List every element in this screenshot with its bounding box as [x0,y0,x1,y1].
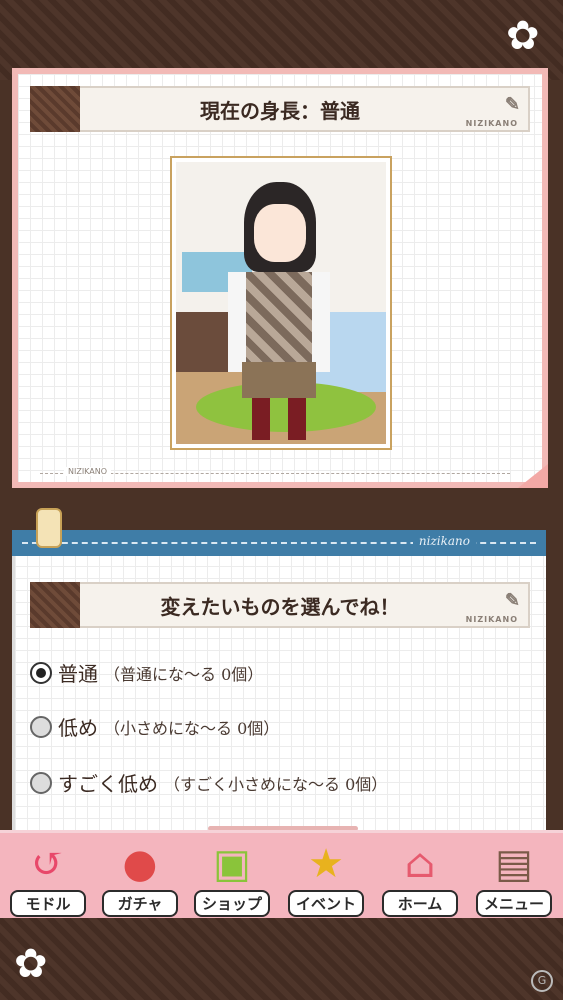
band-label: nizikano [412,534,476,548]
option-label: 低め [58,716,98,740]
page-curl [518,464,548,488]
sakura-flower-icon: ✿ [14,941,48,987]
radio-unselected[interactable] [30,771,52,794]
panel-band: nizikano [12,530,546,556]
section-title-bar: 変えたいものを選んでね！ ✎ NIZIKANO [30,582,530,628]
nav-label: ホーム [382,890,458,917]
left-arm [228,272,248,372]
option-normal[interactable]: 普通 （普通にな〜る 0個） [30,658,263,687]
nav-home-button[interactable]: ⌂ ホーム [376,836,464,920]
nav-label: ガチャ [102,890,178,917]
sakura-flower-icon: ✿ [506,13,540,59]
brand-tag: NIZIKANO [465,615,518,624]
fabric-patch-icon [30,582,80,628]
watermark-logo-icon: G [531,970,553,992]
nav-label: モドル [10,890,86,917]
option-label: すごく低め [58,772,158,796]
page-title: 現在の身長：普通 [200,98,360,123]
menu-cat-icon: ▤ [495,841,533,887]
nav-label: メニュー [476,890,552,917]
radio-unselected[interactable] [30,715,52,738]
argyle-vest [246,272,312,368]
nav-label: イベント [288,890,364,917]
pencil-icon: ✎ [504,94,520,115]
nav-menu-button[interactable]: ▤ メニュー [470,836,558,920]
dashed-divider: NIZIKANO [40,467,510,476]
option-detail: （小さめにな〜る 0個） [104,718,280,738]
left-leg [252,398,270,440]
option-detail: （普通にな〜る 0個） [104,664,264,684]
brand-tag: NIZIKANO [465,119,518,128]
pencil-icon: ✎ [504,590,520,611]
character-photo [170,156,392,450]
option-label: 普通 [58,662,98,686]
right-arm [310,272,330,372]
nav-gacha-button[interactable]: ● ガチャ [96,836,184,920]
bottom-wood-bar [0,918,563,1000]
option-detail: （すごく小さめにな〜る 0個） [164,774,388,794]
divider-tag: NIZIKANO [64,467,112,476]
trophy-icon: ★ [308,841,344,887]
nav-label: ショップ [194,890,270,917]
fabric-patch-icon [30,86,80,132]
right-leg [288,398,306,440]
home-icon: ⌂ [404,841,436,887]
room-scene-image [176,162,386,444]
gacha-icon: ● [122,841,158,887]
radio-selected[interactable] [30,661,52,684]
nav-back-button[interactable]: ↺ モドル [4,836,92,920]
skirt [242,362,316,398]
nav-shop-button[interactable]: ▣ ショップ [188,836,276,920]
binder-clip-icon [36,508,62,548]
face [254,204,306,262]
nav-event-button[interactable]: ★ イベント [282,836,370,920]
height-status-title: 現在の身長：普通 ✎ NIZIKANO [30,86,530,132]
back-icon: ↺ [31,841,65,887]
option-low[interactable]: 低め （小さめにな〜る 0個） [30,712,279,741]
section-title: 変えたいものを選んでね！ [160,594,400,619]
option-very-low[interactable]: すごく低め （すごく小さめにな〜る 0個） [30,768,387,797]
shop-basket-icon: ▣ [213,841,251,887]
